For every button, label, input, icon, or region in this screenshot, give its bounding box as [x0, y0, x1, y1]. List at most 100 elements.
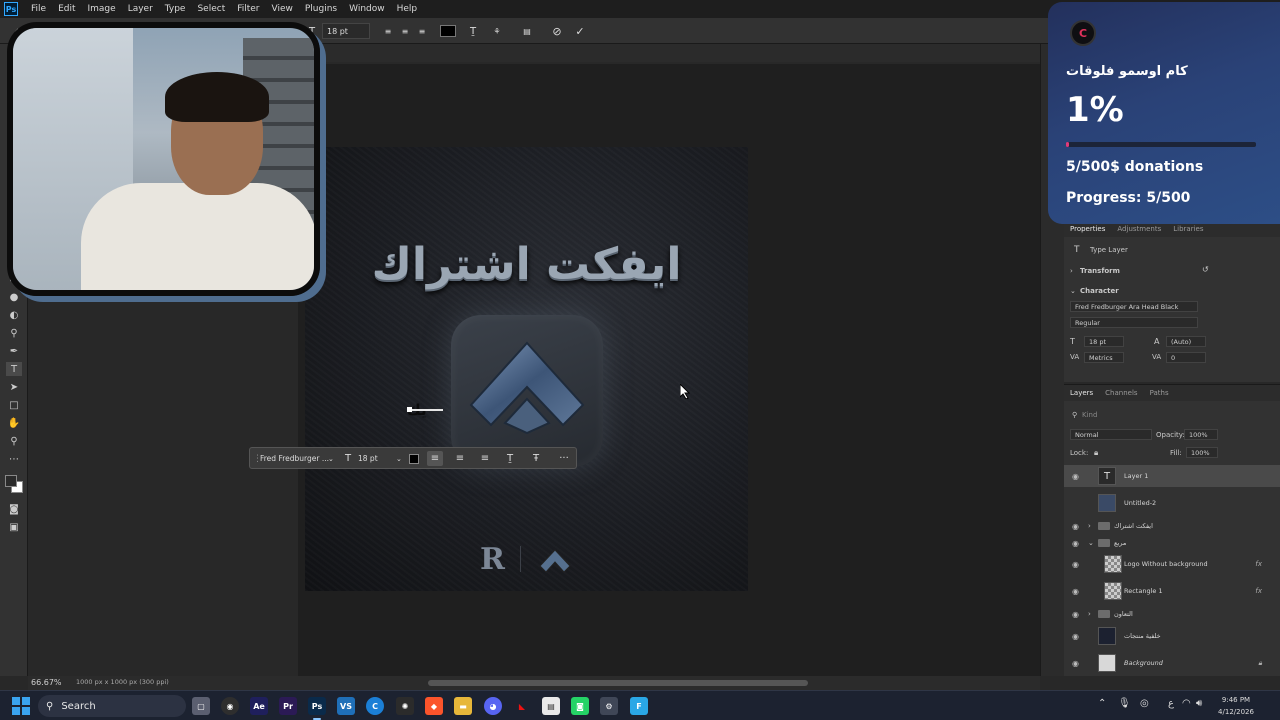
settings-gear-icon[interactable]: ⚙: [600, 697, 618, 715]
align-right-icon[interactable]: ≡: [416, 23, 428, 39]
tab-libraries[interactable]: Libraries: [1173, 225, 1203, 233]
visibility-eye-icon[interactable]: ◉: [1072, 522, 1079, 531]
align-center-icon[interactable]: ≡: [452, 451, 468, 466]
layer-row[interactable]: ◉ T Layer 1: [1064, 465, 1280, 487]
menu-select[interactable]: Select: [192, 4, 230, 14]
warp-text-icon[interactable]: Ṯ: [466, 23, 480, 39]
chevron-right-icon[interactable]: ›: [1088, 610, 1091, 618]
layer-effects-icon[interactable]: fx: [1255, 587, 1262, 595]
align-left-icon[interactable]: ≡: [427, 451, 443, 466]
chevron-down-icon[interactable]: ⌄: [396, 451, 402, 466]
wifi-icon[interactable]: ◠: [1182, 698, 1191, 709]
warp-text-icon[interactable]: Ṯ: [502, 451, 518, 466]
chevron-right-icon[interactable]: ›: [1070, 267, 1073, 275]
discord-icon[interactable]: ◕: [484, 697, 502, 715]
visibility-eye-icon[interactable]: ◉: [1072, 587, 1079, 596]
layer-row[interactable]: Untitled-2: [1064, 492, 1280, 514]
brave-browser-icon[interactable]: ◆: [425, 697, 443, 715]
blend-mode-dropdown[interactable]: Normal: [1070, 429, 1152, 440]
path-selection-icon[interactable]: ➤: [6, 380, 22, 394]
menu-help[interactable]: Help: [392, 4, 423, 14]
roblox-icon[interactable]: ◣: [513, 697, 531, 715]
task-view-icon[interactable]: ▢: [192, 697, 210, 715]
whatsapp-icon[interactable]: ◙: [571, 697, 589, 715]
taskbar-clock[interactable]: 9:46 PM 4/12/2026: [1208, 694, 1264, 718]
smudge-tool-icon[interactable]: ⚲: [6, 326, 22, 340]
photoshop-icon[interactable]: Ps: [308, 697, 326, 720]
chatgpt-icon[interactable]: ✺: [396, 697, 414, 715]
checkmark-icon[interactable]: ✓: [573, 23, 587, 39]
visibility-eye-icon[interactable]: ◉: [1072, 632, 1079, 641]
text-options-icon[interactable]: Ŧ: [528, 451, 544, 466]
layer-filter-input[interactable]: Kind: [1082, 411, 1097, 419]
horizontal-scrollbar[interactable]: [428, 680, 808, 686]
visibility-eye-icon[interactable]: ◉: [1072, 560, 1079, 569]
volume-icon[interactable]: 🔊︎: [1196, 698, 1202, 709]
tab-properties[interactable]: Properties: [1070, 225, 1105, 233]
tab-layers[interactable]: Layers: [1070, 389, 1093, 397]
blur-tool-icon[interactable]: ●: [6, 290, 22, 304]
dodge-tool-icon[interactable]: ◐: [6, 308, 22, 322]
text-color-swatch[interactable]: [438, 23, 458, 39]
opacity-field[interactable]: 100%: [1184, 429, 1218, 440]
tab-adjustments[interactable]: Adjustments: [1117, 225, 1161, 233]
chevron-down-icon[interactable]: ⌄: [1088, 539, 1094, 547]
leading-field[interactable]: (Auto): [1166, 336, 1206, 347]
drag-handle-icon[interactable]: ⋮: [253, 451, 262, 466]
shape-tool-icon[interactable]: □: [6, 398, 22, 412]
align-right-icon[interactable]: ≡: [477, 451, 493, 466]
cancel-icon[interactable]: ⊘: [550, 23, 564, 39]
panels-toggle-icon[interactable]: ▤: [520, 23, 534, 39]
tab-paths[interactable]: Paths: [1150, 389, 1169, 397]
file-app-icon[interactable]: F: [630, 697, 648, 715]
layer-row[interactable]: ◉ خلفية منتجات: [1064, 625, 1280, 647]
microphone-icon[interactable]: 🎙︎: [1118, 698, 1131, 709]
more-tools-icon[interactable]: ⋯: [6, 452, 22, 466]
vscode-icon[interactable]: VS: [337, 697, 355, 715]
hand-tool-icon[interactable]: ✋: [6, 416, 22, 430]
font-size-field[interactable]: 18 pt: [322, 23, 370, 39]
canva-icon[interactable]: C: [366, 697, 384, 715]
language-indicator[interactable]: ع: [1168, 698, 1174, 709]
after-effects-icon[interactable]: Ae: [250, 697, 268, 715]
kerning-field[interactable]: Metrics: [1084, 352, 1124, 363]
windows-start-icon[interactable]: [12, 697, 30, 715]
menu-image[interactable]: Image: [83, 4, 121, 14]
artboard[interactable]: ايفكت اشتراك يك R: [305, 147, 748, 591]
tab-channels[interactable]: Channels: [1105, 389, 1137, 397]
chevron-up-icon[interactable]: ⌃: [1098, 698, 1106, 709]
more-options-icon[interactable]: ···: [556, 451, 572, 466]
menu-edit[interactable]: Edit: [53, 4, 80, 14]
visibility-eye-icon[interactable]: ◉: [1072, 610, 1079, 619]
chevron-right-icon[interactable]: ›: [1088, 522, 1091, 530]
menu-file[interactable]: File: [26, 4, 51, 14]
foreground-background-swatch[interactable]: [4, 474, 24, 494]
visibility-eye-icon[interactable]: ◉: [1072, 539, 1079, 548]
layer-effects-icon[interactable]: fx: [1255, 560, 1262, 568]
screen-mode-icon[interactable]: ▣: [6, 520, 22, 534]
type-tool-icon[interactable]: T: [6, 362, 22, 376]
quick-mask-icon[interactable]: ◙: [6, 502, 22, 516]
logo-tile[interactable]: [451, 315, 603, 467]
font-style-field[interactable]: Regular: [1070, 317, 1198, 328]
document-info[interactable]: 1000 px x 1000 px (300 ppi): [76, 678, 169, 686]
align-center-icon[interactable]: ≡: [399, 23, 411, 39]
visibility-eye-icon[interactable]: ◉: [1072, 659, 1079, 668]
layer-row[interactable]: ◉ ⌄ مربع: [1064, 532, 1280, 554]
copilot-icon[interactable]: ◎: [1140, 698, 1149, 709]
menu-layer[interactable]: Layer: [123, 4, 158, 14]
notepad-icon[interactable]: ▤: [542, 697, 560, 715]
menu-window[interactable]: Window: [344, 4, 390, 14]
font-family-field[interactable]: Fred Fredburger Ara Head Black: [1070, 301, 1198, 312]
font-size-field[interactable]: 18 pt: [1084, 336, 1124, 347]
chevron-down-icon[interactable]: ⌄: [328, 451, 334, 466]
menu-view[interactable]: View: [267, 4, 298, 14]
menu-type[interactable]: Type: [160, 4, 191, 14]
text-3d-icon[interactable]: ⚘: [490, 23, 504, 39]
text-caret-handle[interactable]: [407, 407, 412, 412]
visibility-eye-icon[interactable]: ◉: [1072, 472, 1079, 481]
fill-field[interactable]: 100%: [1186, 447, 1218, 458]
foreground-color-swatch[interactable]: [5, 475, 17, 487]
menu-filter[interactable]: Filter: [232, 4, 264, 14]
layer-row[interactable]: ◉ Rectangle 1 fx: [1064, 580, 1280, 602]
